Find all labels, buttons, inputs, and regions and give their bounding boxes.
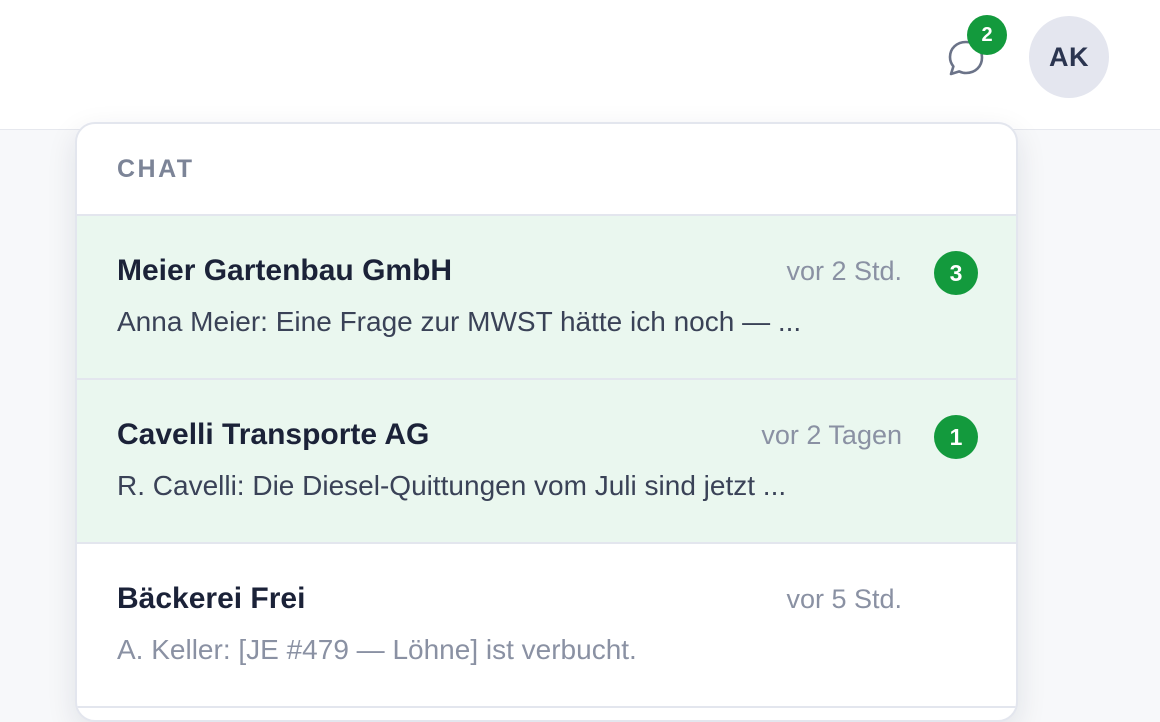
chat-panel-header: CHAT <box>77 124 1016 216</box>
conversation-time: vor 2 Std. <box>786 256 902 286</box>
conversation-time: vor 5 Std. <box>786 584 902 614</box>
conversation-name: Bäckerei Frei <box>117 582 306 615</box>
conversation-item[interactable]: Bäckerei Frei vor 5 Std. A. Keller: [JE … <box>77 544 1016 708</box>
conversation-item[interactable]: Meier Gartenbau GmbH vor 2 Std. 3 Anna M… <box>77 216 1016 380</box>
conversation-unread-badge: 1 <box>934 415 978 459</box>
conversation-name: Meier Gartenbau GmbH <box>117 254 453 287</box>
conversation-item[interactable]: Cavelli Transporte AG vor 2 Tagen 1 R. C… <box>77 380 1016 544</box>
conversation-unread-badge: 3 <box>934 251 978 295</box>
chat-unread-badge: 2 <box>967 15 1007 55</box>
conversation-name: Cavelli Transporte AG <box>117 418 430 451</box>
conversation-time: vor 2 Tagen <box>761 420 902 450</box>
conversation-preview: R. Cavelli: Die Diesel-Quittungen vom Ju… <box>117 470 787 501</box>
chat-dropdown-panel: CHAT Meier Gartenbau GmbH vor 2 Std. 3 A… <box>75 122 1018 722</box>
user-avatar[interactable]: AK <box>1029 16 1109 98</box>
conversation-preview: A. Keller: [JE #479 — Löhne] ist verbuch… <box>117 634 637 665</box>
conversation-preview: Anna Meier: Eine Frage zur MWST hätte ic… <box>117 306 802 337</box>
chat-panel-title: CHAT <box>117 154 195 183</box>
top-bar: 2 AK <box>0 0 1160 130</box>
